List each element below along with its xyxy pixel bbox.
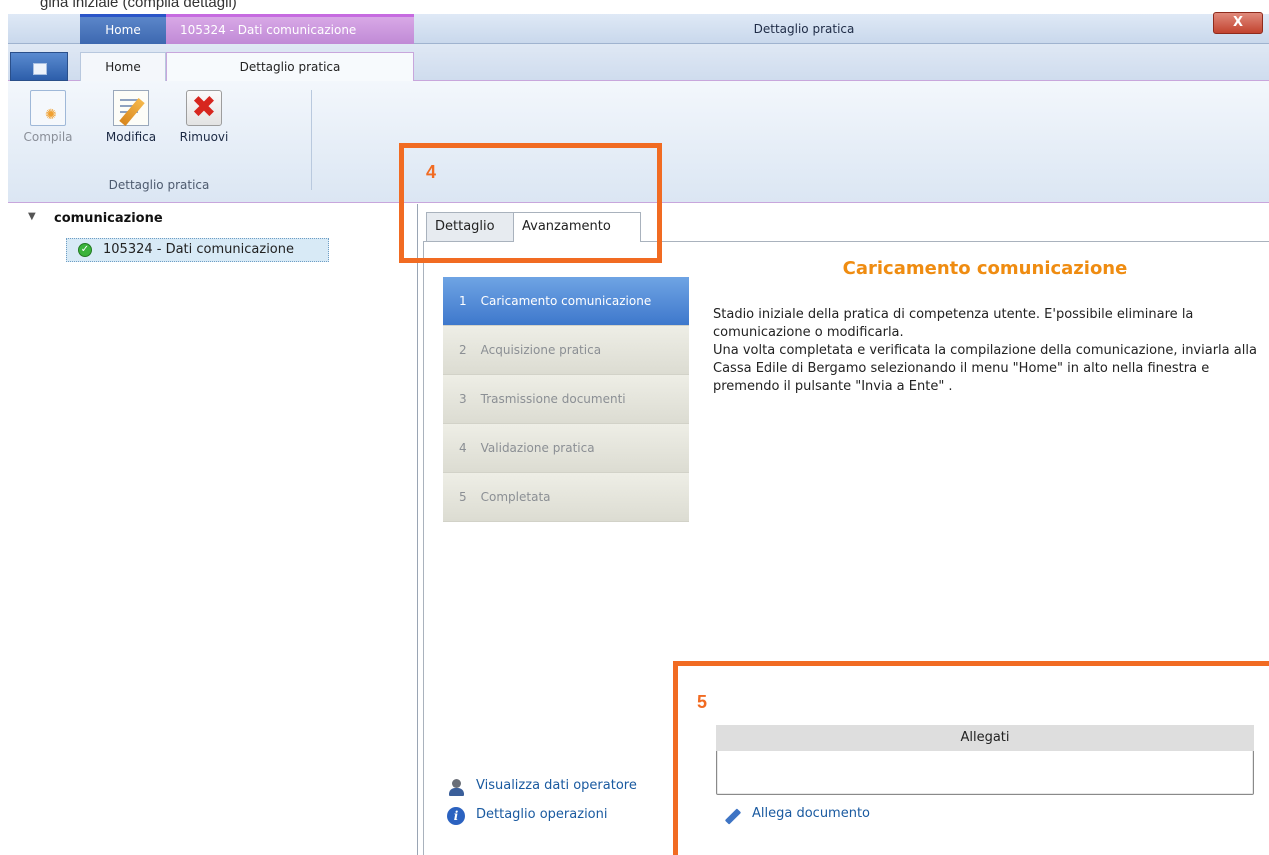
rimuovi-label: Rimuovi xyxy=(179,130,229,144)
modifica-label: Modifica xyxy=(105,130,157,144)
tree-root-comunicazione[interactable]: comunicazione xyxy=(54,211,163,226)
stage-description: Stadio iniziale della pratica di compete… xyxy=(713,307,1257,394)
user-icon xyxy=(448,779,464,797)
footer-links: Visualizza dati operatore i Dettaglio op… xyxy=(446,778,637,836)
dettaglio-operazioni-label[interactable]: Dettaglio operazioni xyxy=(476,807,608,822)
highlight-box-4 xyxy=(399,143,662,263)
step-item[interactable]: 2 Acquisizione pratica xyxy=(443,326,689,375)
delete-x-icon: ✖ xyxy=(186,90,222,126)
annotation-number-5: 5 xyxy=(697,692,708,712)
rimuovi-button[interactable]: ✖ Rimuovi xyxy=(172,90,236,144)
window-title: Dettaglio pratica xyxy=(753,22,855,36)
ribbon-tab-dettaglio-pratica[interactable]: Dettaglio pratica xyxy=(166,52,414,82)
edit-document-icon xyxy=(113,90,149,127)
compila-icon: ✺ xyxy=(30,90,66,126)
application-menu-button[interactable] xyxy=(10,52,68,81)
info-icon: i xyxy=(447,807,465,825)
step-item[interactable]: 5 Completata xyxy=(443,473,689,522)
compila-button[interactable]: ✺ Compila xyxy=(16,90,80,144)
compila-label: Compila xyxy=(23,130,73,144)
step-item[interactable]: 1 Caricamento comunicazione xyxy=(443,277,689,326)
tree-expand-icon[interactable]: ▼ xyxy=(28,211,36,222)
visualizza-operatore-label[interactable]: Visualizza dati operatore xyxy=(476,778,637,793)
tree-panel xyxy=(8,204,418,855)
ribbon-tab-home[interactable]: Home xyxy=(80,52,166,81)
annotation-number-4: 4 xyxy=(426,162,437,182)
app-menu-icon xyxy=(33,63,47,75)
document-caption: gina iniziale (compila dettagli) xyxy=(0,0,1269,14)
highlight-box-5 xyxy=(673,661,1269,855)
stage-title: Caricamento comunicazione xyxy=(842,258,1128,279)
ribbon-separator xyxy=(311,90,312,190)
ribbon-group-label: Dettaglio pratica xyxy=(108,178,210,192)
modifica-button[interactable]: Modifica xyxy=(98,90,164,144)
visualizza-operatore-link[interactable]: Visualizza dati operatore xyxy=(446,778,637,807)
step-item[interactable]: 3 Trasmissione documenti xyxy=(443,375,689,424)
dettaglio-operazioni-link[interactable]: i Dettaglio operazioni xyxy=(446,807,637,836)
context-tab-home[interactable]: Home xyxy=(80,14,166,44)
progress-steps: 1 Caricamento comunicazione 2 Acquisizione… xyxy=(443,277,689,522)
close-button[interactable]: X xyxy=(1213,12,1263,34)
step-item[interactable]: 4 Validazione pratica xyxy=(443,424,689,473)
context-tab-pratica[interactable]: 105324 - Dati comunicazione xyxy=(166,14,414,44)
check-icon: ✓ xyxy=(78,243,92,257)
tree-node-pratica[interactable]: 105324 - Dati comunicazione xyxy=(66,238,329,262)
